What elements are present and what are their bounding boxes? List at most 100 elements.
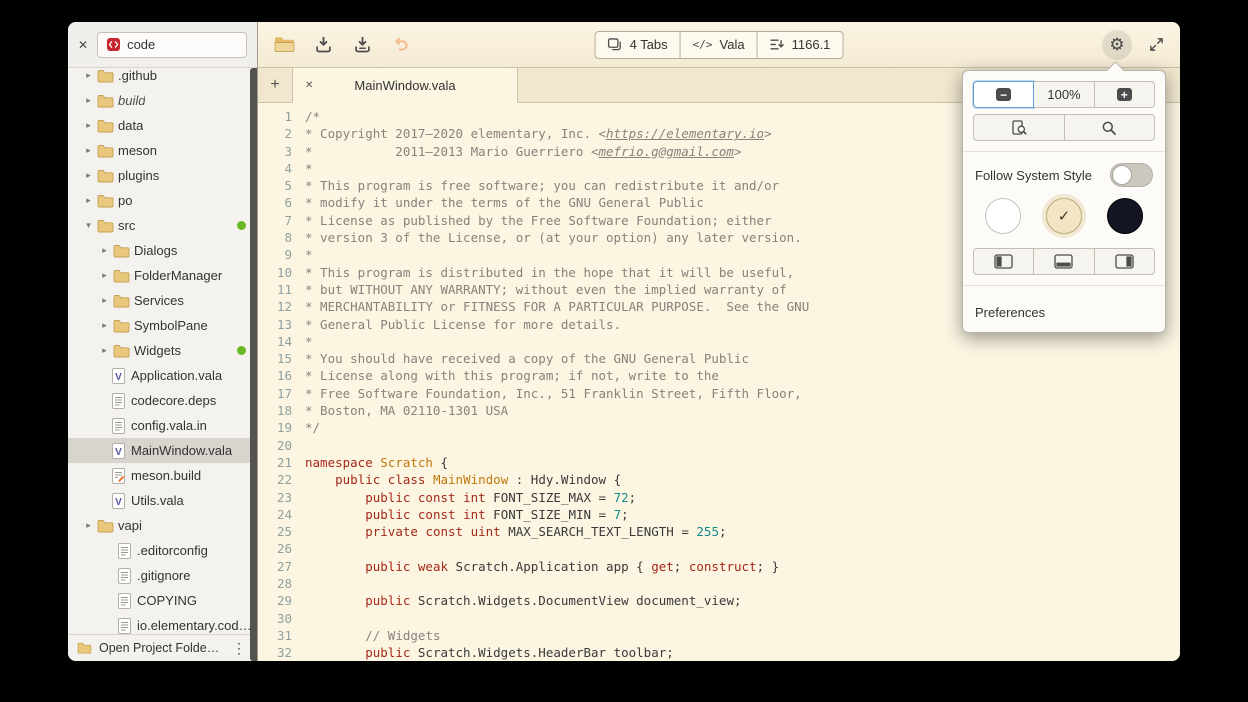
chevron-right-icon[interactable]: ▸ (82, 95, 95, 106)
layout-panel-bottom-button[interactable] (1034, 248, 1094, 275)
tree-item-label: src (118, 218, 135, 233)
fullscreen-icon[interactable] (1144, 33, 1168, 57)
project-chip[interactable]: code (97, 32, 247, 58)
line-number: 7 (258, 212, 292, 229)
new-tab-button[interactable]: + (258, 68, 292, 103)
chevron-right-icon[interactable]: ▸ (82, 195, 95, 206)
settings-popover: − 100% + (962, 70, 1166, 333)
tree-item-symbolpane[interactable]: ▸ SymbolPane (68, 313, 257, 338)
preferences-item[interactable]: Preferences (973, 296, 1155, 322)
tabs-overview-button[interactable]: 4 Tabs (595, 31, 681, 59)
line-number: 22 (258, 471, 292, 488)
search-button[interactable] (1065, 114, 1156, 141)
line-number: 9 (258, 246, 292, 263)
tree-item-foldermanager[interactable]: ▸FolderManager (68, 263, 257, 288)
chevron-right-icon[interactable]: ▸ (98, 320, 111, 331)
chevron-right-icon[interactable]: ▸ (82, 145, 95, 156)
tree-item-po[interactable]: ▸ po (68, 188, 257, 213)
text-file-icon (108, 393, 128, 409)
layout-sidebar-right-button[interactable] (1095, 248, 1155, 275)
tab-mainwindow-vala[interactable]: ✕ MainWindow.vala (292, 68, 518, 103)
tree-item-label: Application.vala (131, 368, 222, 383)
find-in-document-button[interactable] (973, 114, 1065, 141)
tree-item-label: SymbolPane (134, 318, 208, 333)
save-as-icon[interactable] (351, 34, 373, 56)
style-custom-button[interactable]: ✓ (1046, 198, 1082, 234)
window-close-icon[interactable]: ✕ (78, 39, 88, 51)
line-number: 4 (258, 160, 292, 177)
goto-line-button[interactable]: 1166.1 (758, 31, 844, 59)
tree-item-.github[interactable]: ▸.github (68, 63, 257, 88)
line-number: 19 (258, 419, 292, 436)
chevron-right-icon[interactable]: ▸ (98, 270, 111, 281)
tree-item-.editorconfig[interactable]: .editorconfig (68, 538, 257, 563)
code-line: * You should have received a copy of the… (305, 350, 1180, 367)
style-dark-button[interactable] (1107, 198, 1143, 234)
panel-bottom-icon (1054, 254, 1073, 269)
code-line (305, 610, 1180, 627)
tree-item-data[interactable]: ▸data (68, 113, 257, 138)
chevron-right-icon[interactable]: ▸ (98, 345, 111, 356)
text-file-icon (108, 418, 128, 434)
tree-item-vapi[interactable]: ▸ vapi (68, 513, 257, 538)
tree-item-application.vala[interactable]: VApplication.vala (68, 363, 257, 388)
chevron-right-icon[interactable]: ▸ (82, 70, 95, 81)
code-app-icon (106, 37, 121, 52)
language-button[interactable]: </> Vala (681, 31, 758, 59)
save-icon[interactable] (312, 34, 334, 56)
tree-item-label: vapi (118, 518, 142, 533)
open-project-bar[interactable]: Open Project Folder… ⋮ (68, 634, 257, 661)
file-tree: ▸.github▸build▸data▸meson▸plugins▸po▾src… (68, 63, 257, 634)
zoom-in-button[interactable]: + (1095, 81, 1155, 108)
vertical-dots-icon[interactable]: ⋮ (230, 641, 248, 655)
tree-item-label: .gitignore (137, 568, 190, 583)
tree-item-io.elementary.code.yml[interactable]: io.elementary.code.yml (68, 613, 257, 634)
line-number: 23 (258, 489, 292, 506)
tree-item-copying[interactable]: COPYING (68, 588, 257, 613)
tree-item-plugins[interactable]: ▸plugins (68, 163, 257, 188)
open-project-label: Open Project Folder… (99, 641, 223, 655)
chevron-right-icon[interactable]: ▸ (82, 170, 95, 181)
tree-item-label: meson (118, 143, 157, 158)
tree-item-meson[interactable]: ▸ meson (68, 138, 257, 163)
folder-icon (77, 642, 92, 654)
toolbar-center-group: 4 Tabs </> Vala 1166.1 (595, 31, 844, 59)
line-number: 12 (258, 298, 292, 315)
open-folder-icon[interactable] (273, 34, 295, 56)
tree-item-build[interactable]: ▸build (68, 88, 257, 113)
chevron-right-icon[interactable]: ▸ (98, 245, 111, 256)
text-file-icon (114, 568, 134, 584)
tree-item-.gitignore[interactable]: .gitignore (68, 563, 257, 588)
tree-item-mainwindow.vala[interactable]: VMainWindow.vala (68, 438, 257, 463)
tree-item-widgets[interactable]: ▸ Widgets (68, 338, 257, 363)
line-number: 24 (258, 506, 292, 523)
tree-item-dialogs[interactable]: ▸Dialogs (68, 238, 257, 263)
tree-item-utils.vala[interactable]: VUtils.vala (68, 488, 257, 513)
separator (963, 285, 1165, 286)
folder-icon (111, 344, 131, 358)
tab-close-icon[interactable]: ✕ (305, 80, 313, 91)
tree-item-meson.build[interactable]: meson.build (68, 463, 257, 488)
folder-icon (95, 144, 115, 158)
tree-item-label: Widgets (134, 343, 181, 358)
folder-icon (111, 269, 131, 283)
tree-item-codecore.deps[interactable]: codecore.deps (68, 388, 257, 413)
zoom-out-button[interactable]: − (973, 81, 1034, 108)
chevron-down-icon[interactable]: ▾ (82, 220, 95, 231)
tree-item-src[interactable]: ▾ src (68, 213, 257, 238)
chevron-right-icon[interactable]: ▸ (82, 520, 95, 531)
chevron-right-icon[interactable]: ▸ (98, 295, 111, 306)
line-number: 13 (258, 316, 292, 333)
zoom-level-button[interactable]: 100% (1034, 81, 1094, 108)
chevron-right-icon[interactable]: ▸ (82, 120, 95, 131)
tree-item-services[interactable]: ▸Services (68, 288, 257, 313)
settings-gear-icon[interactable]: ⚙ (1102, 30, 1132, 60)
follow-system-toggle[interactable] (1110, 163, 1153, 187)
sidebar-scrollbar[interactable] (250, 68, 257, 661)
sidebar: ✕ code ▸.github▸build▸data▸meson▸plugins… (68, 22, 258, 661)
tree-item-config.vala.in[interactable]: config.vala.in (68, 413, 257, 438)
style-light-button[interactable] (985, 198, 1021, 234)
line-number: 18 (258, 402, 292, 419)
tree-item-label: po (118, 193, 132, 208)
layout-sidebar-left-button[interactable] (973, 248, 1034, 275)
